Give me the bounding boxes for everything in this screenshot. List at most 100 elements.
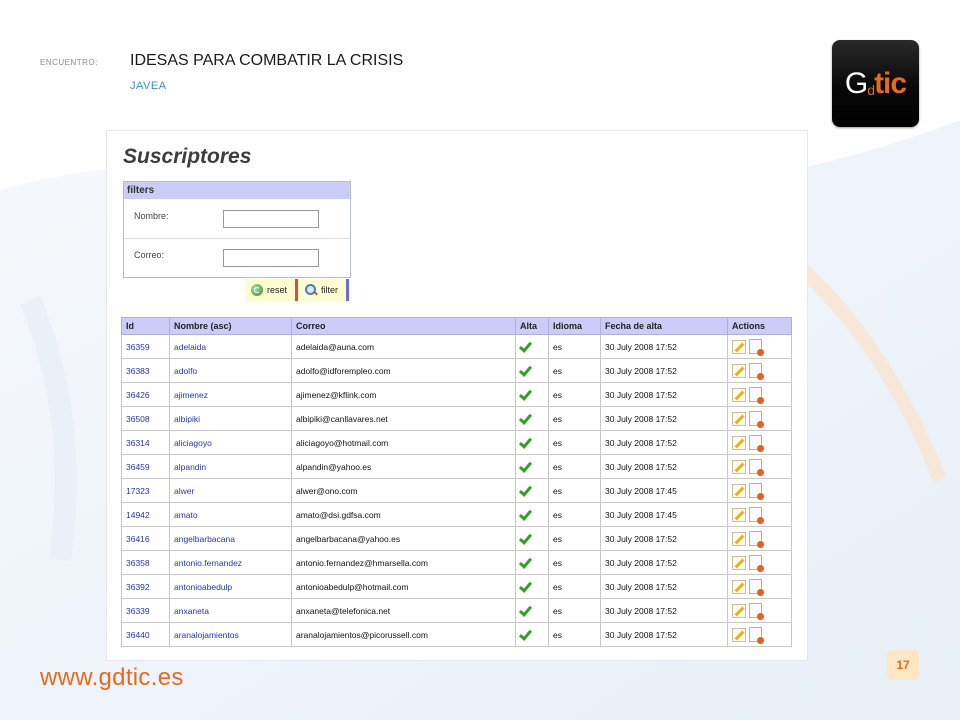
cell-nombre[interactable]: alpandin <box>169 454 292 479</box>
cell-id[interactable]: 14942 <box>121 502 170 527</box>
cell-id[interactable]: 36314 <box>121 430 170 455</box>
edit-icon[interactable] <box>732 579 746 594</box>
cell-correo: antonio.fernandez@hmarsella.com <box>291 550 516 575</box>
page-title: Suscriptores <box>123 145 252 168</box>
delete-icon[interactable] <box>749 507 764 524</box>
edit-icon[interactable] <box>732 459 746 474</box>
edit-icon[interactable] <box>732 339 746 354</box>
cell-id[interactable]: 36459 <box>121 454 170 479</box>
edit-icon[interactable] <box>732 363 746 378</box>
cell-nombre[interactable]: antonioabedulp <box>169 574 292 599</box>
cell-correo: aliciagoyo@hotmail.com <box>291 430 516 455</box>
cell-nombre[interactable]: adolfo <box>169 358 292 383</box>
cell-id[interactable]: 36339 <box>121 598 170 623</box>
cell-nombre[interactable]: aliciagoyo <box>169 430 292 455</box>
filter-button[interactable]: filter <box>305 279 338 301</box>
cell-alta <box>515 430 549 455</box>
delete-icon[interactable] <box>749 531 764 548</box>
correo-input[interactable] <box>223 249 319 267</box>
cell-nombre[interactable]: alwer <box>169 478 292 503</box>
edit-icon[interactable] <box>732 387 746 402</box>
filters-heading: filters <box>124 182 350 199</box>
cell-idioma: es <box>548 478 601 503</box>
delete-icon[interactable] <box>749 435 764 452</box>
table-row: 36359 adelaida adelaida@auna.com es 30 July … <box>121 334 792 359</box>
checkmark-icon <box>520 508 532 520</box>
cell-correo: anxaneta@telefonica.net <box>291 598 516 623</box>
cell-nombre[interactable]: amato <box>169 502 292 527</box>
edit-icon[interactable] <box>732 627 746 642</box>
filter-actions: reset filter <box>245 279 351 301</box>
delete-icon[interactable] <box>749 627 764 644</box>
checkmark-icon <box>520 604 532 616</box>
col-header-nombre[interactable]: Nombre (asc) <box>169 317 292 335</box>
cell-nombre[interactable]: angelbarbacana <box>169 526 292 551</box>
table-row: 36358 antonio.fernandez antonio.fernandez@… <box>121 550 792 575</box>
slide-subtitle: JAVEA <box>130 80 167 92</box>
cell-nombre[interactable]: anxaneta <box>169 598 292 623</box>
delete-icon[interactable] <box>749 339 764 356</box>
cell-nombre[interactable]: adelaida <box>169 334 292 359</box>
cell-id[interactable]: 17323 <box>121 478 170 503</box>
delete-icon[interactable] <box>749 363 764 380</box>
col-header-correo[interactable]: Correo <box>291 317 516 335</box>
cell-idioma: es <box>548 406 601 431</box>
cell-id[interactable]: 36383 <box>121 358 170 383</box>
edit-icon[interactable] <box>732 507 746 522</box>
cell-idioma: es <box>548 526 601 551</box>
edit-icon[interactable] <box>732 603 746 618</box>
delete-icon[interactable] <box>749 483 764 500</box>
delete-icon[interactable] <box>749 579 764 596</box>
cell-actions <box>727 550 792 575</box>
table-row: 36459 alpandin alpandin@yahoo.es es 30 July … <box>121 454 792 479</box>
filters-panel: filters Nombre: Correo: <box>123 181 351 278</box>
cell-fecha: 30 July 2008 17:52 <box>600 526 728 551</box>
cell-id[interactable]: 36426 <box>121 382 170 407</box>
edit-icon[interactable] <box>732 483 746 498</box>
cell-idioma: es <box>548 598 601 623</box>
cell-correo: adelaida@auna.com <box>291 334 516 359</box>
cell-alta <box>515 334 549 359</box>
cell-nombre[interactable]: ajimenez <box>169 382 292 407</box>
cell-id[interactable]: 36358 <box>121 550 170 575</box>
table-row: 36416 angelbarbacana angelbarbacana@yahoo.… <box>121 526 792 551</box>
cell-idioma: es <box>548 430 601 455</box>
cell-fecha: 30 July 2008 17:52 <box>600 454 728 479</box>
cell-id[interactable]: 36392 <box>121 574 170 599</box>
cell-nombre[interactable]: aranalojamientos <box>169 622 292 647</box>
cell-nombre[interactable]: albipiki <box>169 406 292 431</box>
col-header-alta[interactable]: Alta <box>515 317 549 335</box>
col-header-fecha[interactable]: Fecha de alta <box>600 317 728 335</box>
table-row: 36440 aranalojamientos aranalojamientos@pi… <box>121 622 792 647</box>
cell-id[interactable]: 36416 <box>121 526 170 551</box>
reset-button[interactable]: reset <box>251 279 287 301</box>
cell-idioma: es <box>548 382 601 407</box>
delete-icon[interactable] <box>749 459 764 476</box>
cell-correo: amato@dsi.gdfsa.com <box>291 502 516 527</box>
delete-icon[interactable] <box>749 387 764 404</box>
edit-icon[interactable] <box>732 531 746 546</box>
delete-icon[interactable] <box>749 411 764 428</box>
edit-icon[interactable] <box>732 411 746 426</box>
edit-icon[interactable] <box>732 555 746 570</box>
delete-icon[interactable] <box>749 603 764 620</box>
cell-id[interactable]: 36359 <box>121 334 170 359</box>
page-number: 17 <box>887 650 919 680</box>
cell-alta <box>515 526 549 551</box>
cell-id[interactable]: 36440 <box>121 622 170 647</box>
col-header-id[interactable]: Id <box>121 317 170 335</box>
cell-alta <box>515 454 549 479</box>
checkmark-icon <box>520 436 532 448</box>
cell-nombre[interactable]: antonio.fernandez <box>169 550 292 575</box>
col-header-actions: Actions <box>727 317 792 335</box>
delete-icon[interactable] <box>749 555 764 572</box>
nombre-input[interactable] <box>223 210 319 228</box>
edit-icon[interactable] <box>732 435 746 450</box>
reset-icon <box>251 284 263 296</box>
cell-id[interactable]: 36508 <box>121 406 170 431</box>
footer-url: www.gdtic.es <box>40 664 184 691</box>
cell-actions <box>727 406 792 431</box>
col-header-idioma[interactable]: Idioma <box>548 317 601 335</box>
table-row: 36383 adolfo adolfo@idforempleo.com es 30 Ju… <box>121 358 792 383</box>
cell-alta <box>515 358 549 383</box>
